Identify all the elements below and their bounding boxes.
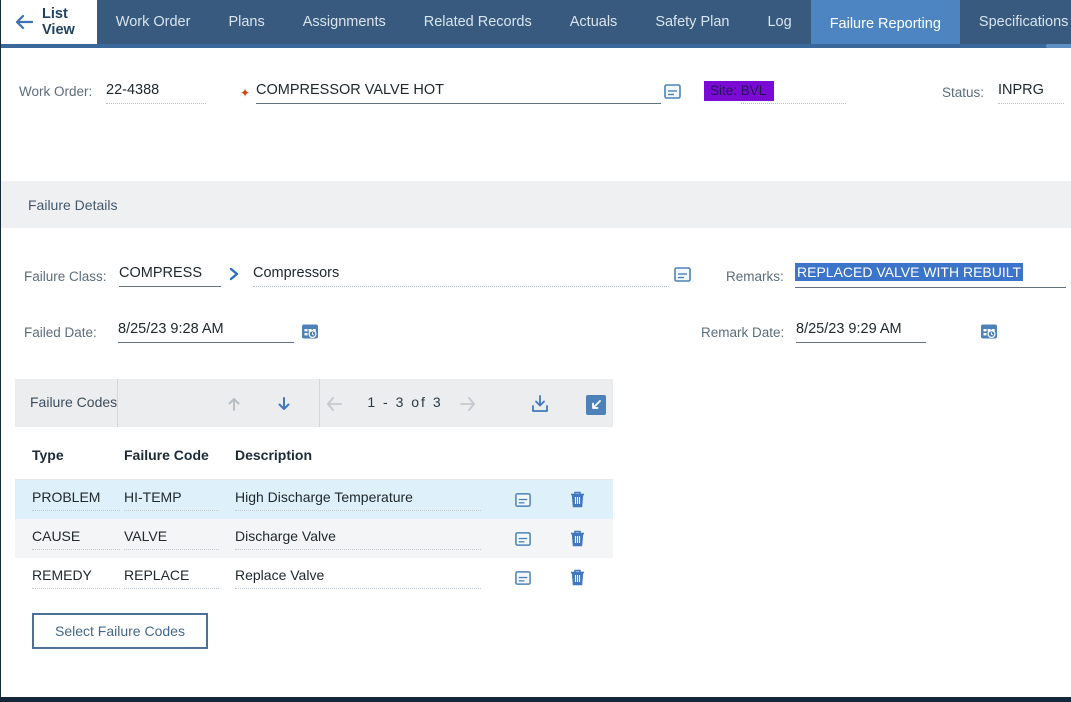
long-description-icon[interactable]: [501, 531, 545, 547]
move-row-down-button[interactable]: [271, 391, 297, 417]
download-icon[interactable]: [527, 391, 553, 417]
tab-label: Specifications: [979, 14, 1068, 30]
tab-bar-scroll-indicator: [1046, 44, 1071, 48]
tab-label: Work Order: [116, 14, 191, 30]
long-description-icon[interactable]: [664, 83, 681, 100]
section-title: Failure Details: [28, 197, 117, 213]
cell-type: CAUSE: [32, 528, 120, 550]
tab-label: Failure Reporting: [830, 16, 941, 32]
tab-related-records[interactable]: Related Records: [405, 0, 551, 44]
delete-row-icon[interactable]: [555, 491, 599, 508]
calendar-icon[interactable]: [301, 322, 319, 340]
tab-list-view-label: List View: [42, 6, 75, 38]
cell-type: PROBLEM: [32, 489, 120, 511]
site-value-underline: [741, 86, 846, 104]
tab-specifications[interactable]: Specifications: [960, 0, 1071, 44]
failure-codes-title: Failure Codes: [30, 394, 117, 410]
previous-page-button[interactable]: [321, 391, 347, 417]
required-field-icon: ✦: [240, 86, 250, 100]
remarks-selected-text: REPLACED VALVE WITH REBUILT: [795, 263, 1023, 281]
status-value[interactable]: INPRG: [998, 82, 1064, 104]
work-order-label: Work Order:: [19, 84, 92, 99]
work-order-value[interactable]: 22-4388: [106, 82, 206, 104]
tab-safety-plan[interactable]: Safety Plan: [636, 0, 748, 44]
cell-description: Discharge Valve: [235, 528, 481, 550]
delete-row-icon[interactable]: [555, 569, 599, 586]
remarks-field[interactable]: REPLACED VALVE WITH REBUILT: [795, 264, 1066, 288]
cell-description: Replace Valve: [235, 567, 481, 589]
failure-codes-table: Type Failure Code Description PROBLEM HI…: [15, 430, 613, 597]
cell-description: High Discharge Temperature: [235, 489, 481, 511]
failed-date-label: Failed Date:: [24, 325, 97, 340]
tab-label: Actuals: [570, 14, 618, 30]
tab-label: Log: [767, 14, 791, 30]
pagination-status: 1 - 3 of 3: [351, 394, 459, 410]
table-row[interactable]: REMEDY REPLACE Replace Valve: [15, 558, 613, 597]
tab-label: Assignments: [303, 14, 386, 30]
status-label: Status:: [942, 85, 984, 100]
failure-class-description[interactable]: Compressors: [253, 265, 669, 287]
app-window: List View Work Order Plans Assignments R…: [0, 0, 1071, 702]
cell-type: REMEDY: [32, 567, 120, 589]
toolbar-divider: [319, 379, 320, 427]
failed-date-field[interactable]: 8/25/23 9:28 AM: [118, 321, 294, 343]
tab-list-view[interactable]: List View: [1, 0, 97, 44]
table-row[interactable]: PROBLEM HI-TEMP High Discharge Temperatu…: [15, 480, 613, 519]
calendar-icon[interactable]: [980, 322, 998, 340]
tab-failure-reporting[interactable]: Failure Reporting: [811, 0, 960, 48]
cell-failure-code: HI-TEMP: [124, 489, 219, 511]
tab-log[interactable]: Log: [748, 0, 810, 44]
next-page-button[interactable]: [455, 391, 481, 417]
tab-bar-underline: [1, 44, 1071, 48]
long-description-icon[interactable]: [501, 570, 545, 586]
table-header-row: Type Failure Code Description: [15, 430, 613, 480]
tab-plans[interactable]: Plans: [209, 0, 283, 44]
tab-label: Plans: [228, 14, 264, 30]
column-header-type: Type: [15, 447, 124, 463]
tab-assignments[interactable]: Assignments: [284, 0, 405, 44]
long-description-icon[interactable]: [674, 266, 691, 283]
tab-work-order[interactable]: Work Order: [97, 0, 210, 44]
detail-menu-chevron-icon[interactable]: [228, 267, 240, 281]
tab-bar: List View Work Order Plans Assignments R…: [1, 0, 1071, 44]
long-description-icon[interactable]: [501, 492, 545, 508]
remark-date-field[interactable]: 8/25/23 9:29 AM: [796, 321, 926, 343]
tab-label: Safety Plan: [655, 14, 729, 30]
toolbar-divider: [117, 379, 118, 427]
failure-class-label: Failure Class:: [24, 269, 107, 284]
tab-label: Related Records: [424, 14, 532, 30]
failure-codes-panel: Failure Codes 1 - 3 of 3: [15, 379, 613, 597]
failure-codes-toolbar: Failure Codes 1 - 3 of 3: [15, 379, 613, 427]
bottom-border-bar: [1, 697, 1071, 702]
column-header-description: Description: [235, 447, 501, 463]
delete-row-icon[interactable]: [555, 530, 599, 547]
remarks-label: Remarks:: [726, 269, 784, 284]
minimize-table-icon[interactable]: [583, 392, 609, 418]
failure-details-section-header: Failure Details: [1, 181, 1071, 228]
failure-class-code-field[interactable]: COMPRESS: [119, 265, 221, 287]
table-row[interactable]: CAUSE VALVE Discharge Valve: [15, 519, 613, 558]
back-arrow-icon: [15, 15, 33, 29]
tab-actuals[interactable]: Actuals: [551, 0, 637, 44]
remark-date-label: Remark Date:: [701, 325, 784, 340]
select-failure-codes-button[interactable]: Select Failure Codes: [32, 613, 208, 649]
column-header-failure-code: Failure Code: [124, 447, 235, 463]
work-order-description-field[interactable]: COMPRESSOR VALVE HOT: [256, 82, 661, 104]
cell-failure-code: VALVE: [124, 528, 219, 550]
move-row-up-button[interactable]: [221, 391, 247, 417]
cell-failure-code: REPLACE: [124, 567, 219, 589]
